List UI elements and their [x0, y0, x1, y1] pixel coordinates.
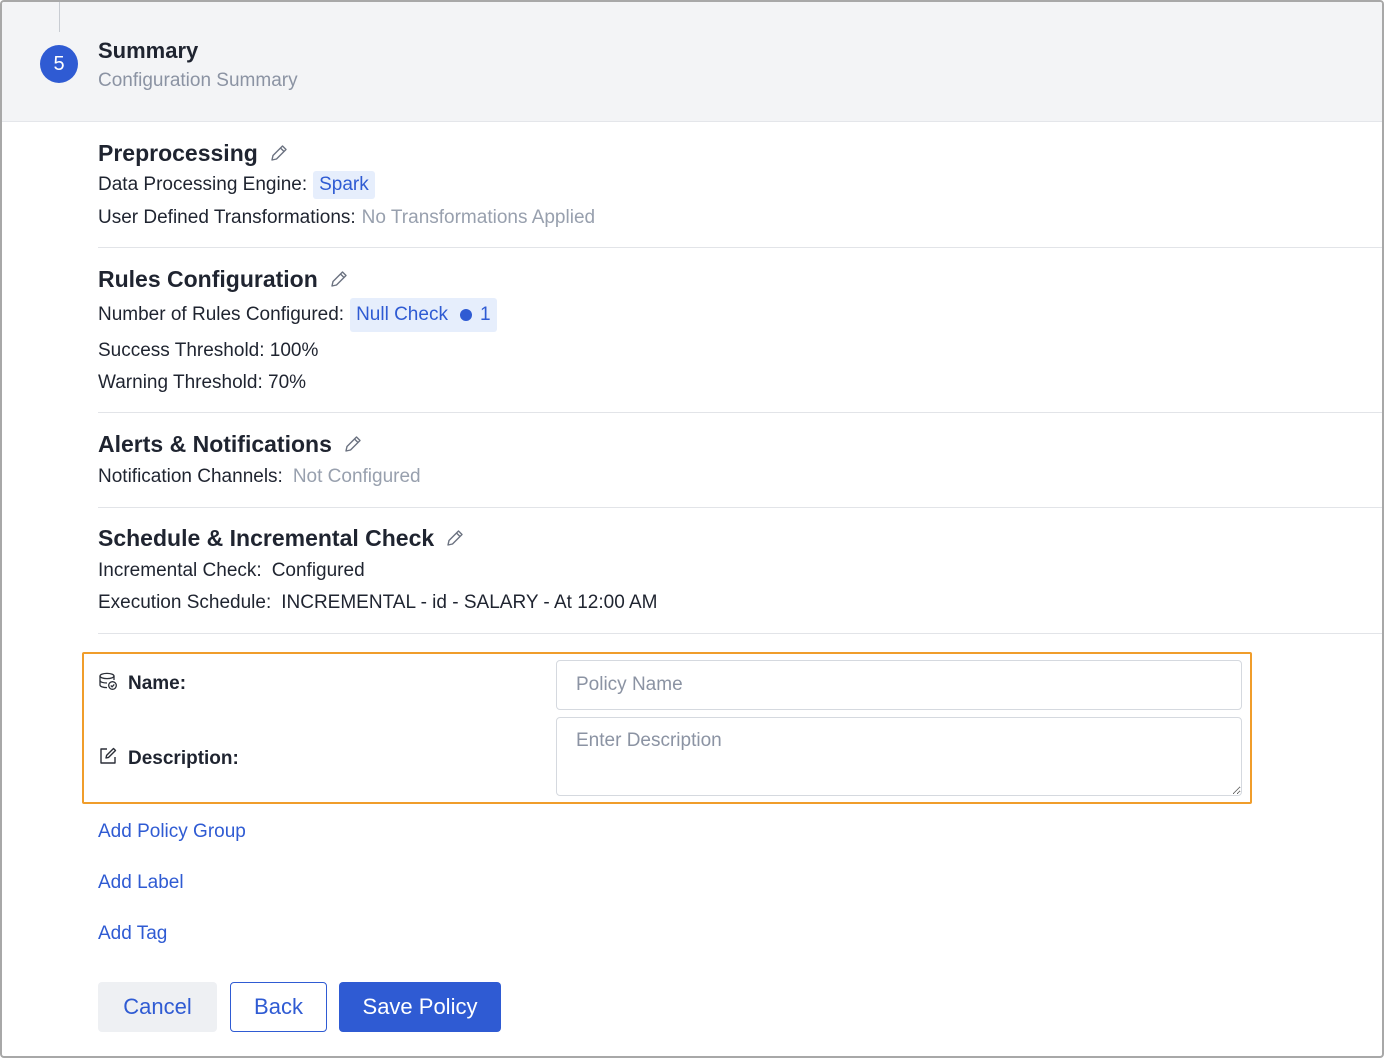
description-field-label: Description: [98, 746, 239, 772]
engine-label: Data Processing Engine: [98, 174, 308, 195]
name-label-text: Name: [128, 673, 187, 694]
rule-count: 1 [479, 304, 491, 325]
summary-panel: 5 Summary Configuration Summary Preproce… [0, 0, 1384, 1058]
incremental-row: Incremental Check: Configured [98, 560, 365, 582]
schedule-title: Schedule & Incremental Check [98, 524, 435, 551]
execution-label: Execution Schedule: [98, 592, 272, 613]
edit-alerts-pencil-icon[interactable] [342, 433, 364, 455]
schedule-header: Schedule & Incremental Check [98, 523, 1382, 553]
rules-section: Rules Configuration Number of Rules Conf… [98, 264, 1382, 413]
back-button[interactable]: Back [230, 982, 327, 1032]
engine-chip: Spark [313, 171, 375, 199]
policy-name-input[interactable] [556, 660, 1242, 710]
incremental-label: Incremental Check: [98, 560, 262, 581]
step-header: 5 Summary Configuration Summary [2, 2, 1382, 122]
schedule-section: Schedule & Incremental Check Incremental… [98, 523, 1382, 634]
edit-rules-pencil-icon[interactable] [328, 268, 350, 290]
engine-row: Data Processing Engine: Spark [98, 171, 375, 199]
edit-schedule-pencil-icon[interactable] [444, 527, 466, 549]
cancel-button[interactable]: Cancel [98, 982, 217, 1032]
channels-value: Not Configured [292, 466, 421, 487]
edit-preprocessing-pencil-icon[interactable] [268, 142, 290, 164]
preprocessing-header: Preprocessing [98, 138, 1382, 168]
alerts-section: Alerts & Notifications Notification Chan… [98, 429, 1382, 508]
step-subtitle: Configuration Summary [98, 70, 298, 91]
success-threshold: Success Threshold: 100% [98, 340, 319, 361]
execution-row: Execution Schedule: INCREMENTAL - id - S… [98, 592, 658, 614]
add-tag-link[interactable]: Add Tag [98, 923, 167, 945]
udt-label: User Defined Transformations: [98, 207, 356, 228]
rule-dot-icon [459, 309, 472, 321]
name-field-label: Name: [98, 671, 186, 697]
channels-label: Notification Channels: [98, 466, 283, 487]
rules-title: Rules Configuration [98, 265, 318, 292]
step-title: Summary [98, 38, 199, 63]
udt-row: User Defined Transformations: No Transfo… [98, 207, 595, 229]
description-label-text: Description: [128, 748, 239, 769]
step-connector-line [59, 2, 60, 32]
edit-square-icon [98, 746, 118, 772]
rule-name: Null Check [356, 304, 448, 325]
step-number-badge: 5 [40, 45, 78, 83]
alerts-header: Alerts & Notifications [98, 429, 1382, 459]
rules-count-label: Number of Rules Configured: [98, 304, 345, 325]
warning-threshold: Warning Threshold: 70% [98, 372, 307, 393]
channels-row: Notification Channels: Not Configured [98, 466, 421, 488]
policy-description-textarea[interactable] [556, 717, 1242, 796]
preprocessing-title: Preprocessing [98, 139, 258, 166]
execution-value: INCREMENTAL - id - SALARY - At 12:00 AM [281, 592, 658, 613]
rules-header: Rules Configuration [98, 264, 1382, 294]
database-check-icon [98, 671, 118, 697]
add-policy-group-link[interactable]: Add Policy Group [98, 821, 246, 843]
incremental-value: Configured [271, 560, 365, 581]
udt-value: No Transformations Applied [361, 207, 596, 228]
rule-chip[interactable]: Null Check 1 [350, 298, 497, 332]
preprocessing-section: Preprocessing Data Processing Engine: Sp… [98, 138, 1382, 248]
alerts-title: Alerts & Notifications [98, 430, 332, 457]
add-label-link[interactable]: Add Label [98, 872, 184, 894]
save-policy-button[interactable]: Save Policy [339, 982, 501, 1032]
rules-count-row: Number of Rules Configured: Null Check 1 [98, 298, 497, 332]
